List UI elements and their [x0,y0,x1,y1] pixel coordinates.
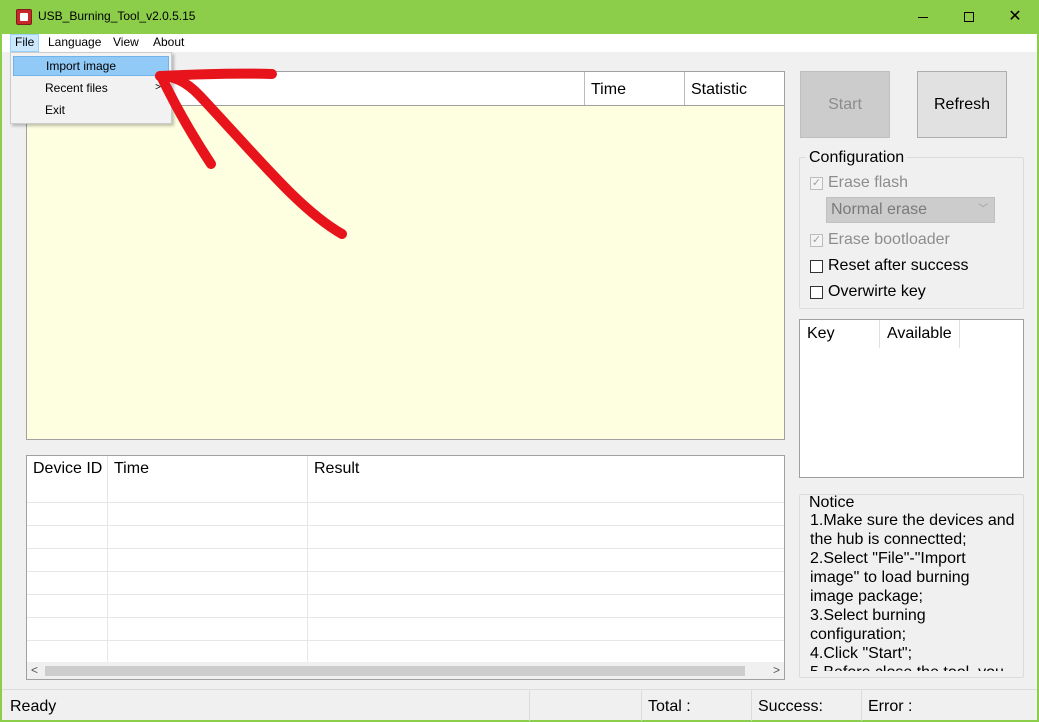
configuration-group: Configuration ✓ Erase flash Normal erase… [799,149,1024,309]
scrollbar-thumb[interactable] [45,666,745,676]
erase-bootloader-label: Erase bootloader [828,231,950,248]
table-row[interactable] [27,594,784,617]
horizontal-scrollbar[interactable]: < > [27,662,784,679]
minimize-button[interactable] [900,0,946,34]
close-button[interactable]: ✕ [992,0,1038,34]
erase-bootloader-checkbox[interactable]: ✓ Erase bootloader [810,231,950,249]
scroll-right-icon[interactable]: > [773,662,780,679]
status-error: Error : [861,690,1031,721]
notice-group: Notice 1.Make sure the devices and the h… [799,494,1024,678]
app-window: USB_Burning_Tool_v2.0.5.15 ✕ File Langua… [0,0,1039,722]
menu-item-recent-files[interactable]: Recent files > [13,78,169,98]
title-bar[interactable]: USB_Burning_Tool_v2.0.5.15 ✕ [2,0,1037,34]
device-list[interactable]: Time Statistic [26,71,785,440]
configuration-title: Configuration [806,149,908,167]
checkbox-unchecked-icon [810,259,823,273]
start-button[interactable]: Start [800,71,890,138]
overwrite-key-label: Overwirte key [828,283,926,300]
column-header-result[interactable]: Result [307,456,784,502]
scroll-left-icon[interactable]: < [31,662,38,679]
menu-about[interactable]: About [149,34,188,52]
status-panel [529,690,641,721]
app-icon [16,9,32,25]
reset-after-success-checkbox[interactable]: Reset after success [810,257,969,275]
menu-bar: File Language View About [2,34,1037,52]
status-ready: Ready [10,698,57,715]
status-success: Success: [751,690,861,721]
column-header-device-id[interactable]: Device ID [27,456,107,502]
file-dropdown-menu: Import image Recent files > Exit [10,52,172,124]
window-title: USB_Burning_Tool_v2.0.5.15 [38,9,196,23]
overwrite-key-checkbox[interactable]: Overwirte key [810,283,926,301]
table-row[interactable] [27,617,784,640]
menu-language[interactable]: Language [44,34,105,52]
maximize-icon [964,12,974,22]
column-header-log-time[interactable]: Time [107,456,307,502]
chevron-right-icon: > [155,82,161,93]
close-icon: ✕ [1008,8,1022,25]
status-bar: Ready Total : Success: Error : [2,689,1037,721]
checkbox-checked-icon: ✓ [810,176,823,190]
erase-flash-checkbox[interactable]: ✓ Erase flash [810,174,908,192]
column-header-time[interactable]: Time [584,72,684,105]
column-header-key[interactable]: Key [800,320,880,348]
reset-after-success-label: Reset after success [828,257,969,274]
erase-flash-label: Erase flash [828,174,909,191]
table-row[interactable] [27,548,784,571]
checkbox-unchecked-icon [810,285,823,299]
recent-files-label: Recent files [45,81,108,95]
log-table[interactable]: Device ID Time Result < > [26,455,785,680]
checkbox-checked-icon: ✓ [810,233,823,247]
erase-mode-value: Normal erase [831,201,928,218]
column-header-statistic[interactable]: Statistic [684,72,784,105]
erase-mode-select[interactable]: Normal erase ﹀ [826,197,995,223]
notice-text: 1.Make sure the devices and the hub is c… [810,512,1015,671]
table-row[interactable] [27,640,784,663]
chevron-down-icon: ﹀ [978,204,988,215]
menu-item-exit[interactable]: Exit [13,100,169,120]
column-header-available[interactable]: Available [880,320,960,348]
table-row[interactable] [27,502,784,525]
table-row[interactable] [27,525,784,548]
menu-view[interactable]: View [109,34,143,52]
key-list[interactable]: Key Available [799,319,1024,478]
refresh-button[interactable]: Refresh [917,71,1007,138]
maximize-button[interactable] [946,0,992,34]
notice-title: Notice [806,495,858,512]
table-row[interactable] [27,571,784,594]
menu-item-import-image[interactable]: Import image [13,56,169,76]
menu-file[interactable]: File [10,34,40,52]
status-total: Total : [641,690,751,721]
minimize-icon [918,16,928,18]
